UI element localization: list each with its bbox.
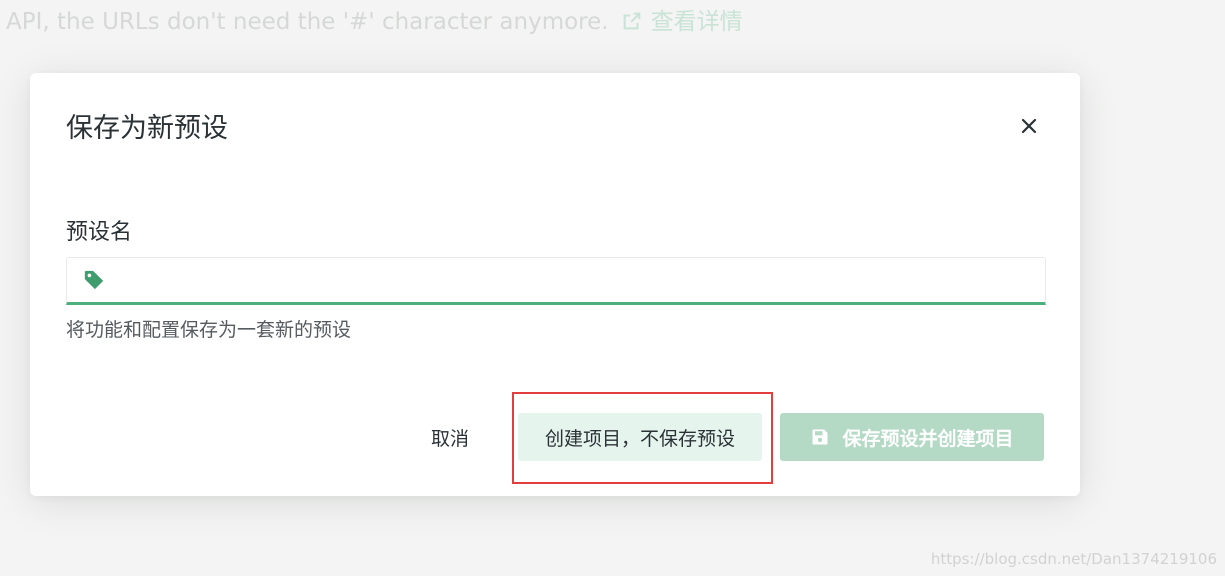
floppy-disk-icon: [810, 427, 830, 447]
notice-details-link[interactable]: 查看详情: [651, 9, 743, 35]
preset-name-input[interactable]: [119, 258, 1033, 304]
watermark: https://blog.csdn.net/Dan1374219106: [930, 550, 1217, 568]
save-preset-and-create-button[interactable]: 保存预设并创建项目: [780, 413, 1044, 461]
external-link-icon[interactable]: [621, 9, 643, 41]
close-icon: [1021, 118, 1037, 138]
save-button-label: 保存预设并创建项目: [842, 427, 1014, 450]
background-notice: API, the URLs don't need the '#' charact…: [6, 6, 743, 41]
notice-text: API, the URLs don't need the '#' charact…: [6, 9, 609, 35]
preset-name-help: 将功能和配置保存为一套新的预设: [66, 319, 352, 341]
cancel-button[interactable]: 取消: [410, 413, 490, 461]
dialog-title: 保存为新预设: [66, 113, 228, 144]
save-preset-dialog: 保存为新预设 预设名 将功能和配置保存为一套新的预设 取消 创建项目，不保存预设…: [30, 73, 1080, 496]
tag-icon: [83, 269, 105, 295]
create-without-preset-button[interactable]: 创建项目，不保存预设: [518, 413, 762, 461]
preset-name-field[interactable]: [66, 257, 1046, 305]
preset-name-label: 预设名: [66, 220, 133, 245]
close-button[interactable]: [1014, 113, 1044, 143]
